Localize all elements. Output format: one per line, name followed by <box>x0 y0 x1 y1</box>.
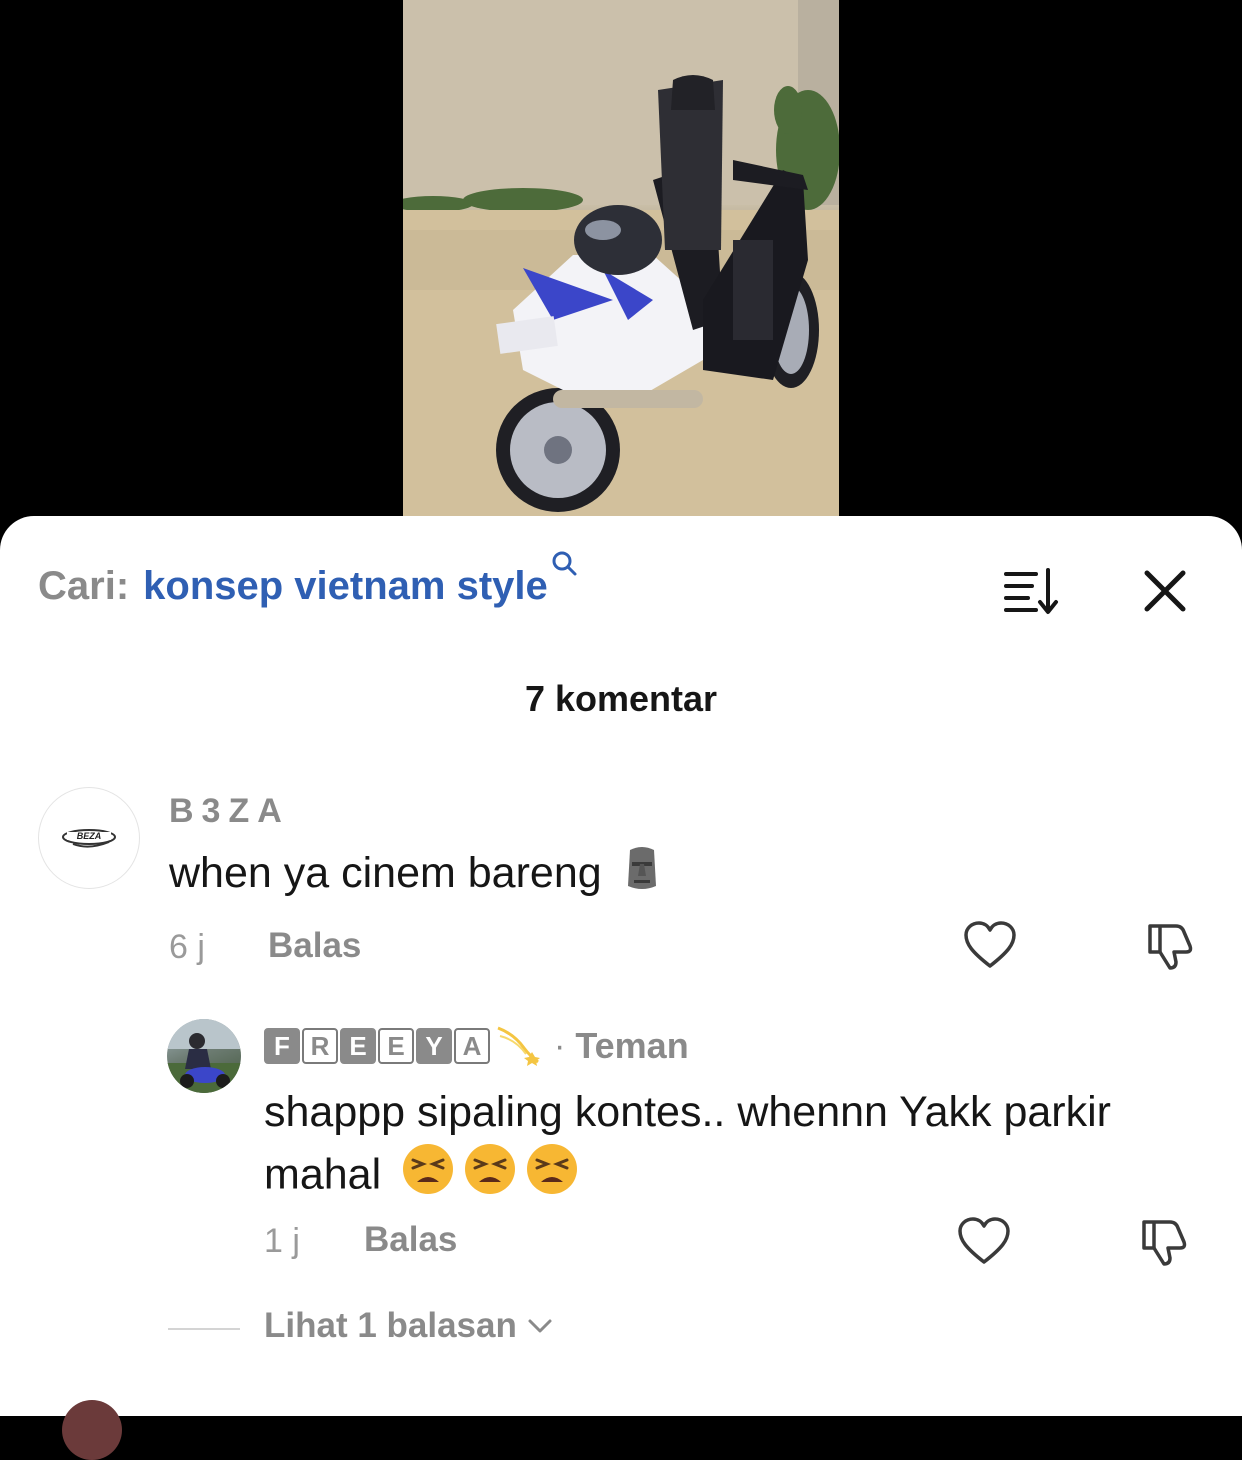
moai-emoji <box>622 846 662 905</box>
username-letter: E <box>378 1028 414 1064</box>
comment-count-title: 7 komentar <box>524 678 718 719</box>
sort-button[interactable] <box>1002 566 1060 616</box>
comment-text: when ya cinem bareng <box>169 846 662 905</box>
view-replies-label: Lihat 1 balasan <box>264 1306 517 1345</box>
avatar-b3za[interactable]: BEZA <box>38 787 140 889</box>
thumbs-down-icon <box>1142 1220 1187 1266</box>
tired-face-emoji <box>463 1142 517 1212</box>
sort-icon <box>1004 568 1058 614</box>
dislike-button[interactable] <box>1136 1216 1192 1273</box>
search-prefix-label: Cari: <box>38 564 130 608</box>
avatar-next-comment[interactable] <box>62 1400 122 1460</box>
reply-username[interactable]: F R E E Y A · Teman <box>264 1024 689 1068</box>
comment-timestamp: 6 j <box>169 928 205 966</box>
svg-text:BEZA: BEZA <box>77 831 102 841</box>
search-icon[interactable] <box>550 549 578 582</box>
avatar-photo <box>167 1019 241 1093</box>
reply-button[interactable]: Balas <box>268 926 361 966</box>
reply-timestamp: 1 j <box>264 1222 300 1260</box>
b3za-logo: BEZA <box>62 829 116 848</box>
video-frame-scooter[interactable] <box>403 0 839 540</box>
dislike-button[interactable] <box>1142 920 1198 977</box>
close-icon <box>1144 570 1186 612</box>
avatar-freeya[interactable] <box>167 1019 241 1093</box>
search-term-link[interactable]: konsep vietnam style <box>143 564 548 609</box>
reply-button[interactable]: Balas <box>364 1220 457 1260</box>
search-query-bar[interactable]: Cari: konsep vietnam style <box>38 551 578 624</box>
separator-dot: · <box>554 1026 566 1065</box>
scooter-image <box>403 0 839 540</box>
heart-icon <box>958 1217 1010 1264</box>
video-player[interactable] <box>0 0 1242 540</box>
friend-badge: Teman <box>575 1025 689 1066</box>
close-button[interactable] <box>1140 566 1190 616</box>
comment-sheet: Cari: konsep vietnam style 7 komentar BE… <box>0 516 1242 1460</box>
dizzy-emoji <box>494 1022 542 1071</box>
username-letter: Y <box>416 1028 452 1064</box>
username-letter: A <box>454 1028 490 1064</box>
chevron-down-icon <box>528 1319 552 1333</box>
reply-text-body: shappp sipaling kontes.. whennn Yakk par… <box>264 1088 1111 1199</box>
username-letter: F <box>264 1028 300 1064</box>
reply-text: shappp sipaling kontes.. whennn Yakk par… <box>264 1082 1224 1212</box>
thumbs-down-icon <box>1148 924 1193 970</box>
like-button[interactable] <box>962 920 1018 977</box>
view-replies-button[interactable]: Lihat 1 balasan <box>264 1306 553 1346</box>
tired-face-emoji <box>401 1142 455 1212</box>
username-letter: E <box>340 1028 376 1064</box>
like-button[interactable] <box>956 1216 1012 1273</box>
tired-face-emoji <box>525 1142 579 1212</box>
username-letter: R <box>302 1028 338 1064</box>
thread-divider <box>168 1328 240 1330</box>
comment-text-body: when ya cinem bareng <box>169 848 602 897</box>
comment-username[interactable]: B3ZA <box>169 792 290 831</box>
heart-icon <box>964 921 1016 968</box>
